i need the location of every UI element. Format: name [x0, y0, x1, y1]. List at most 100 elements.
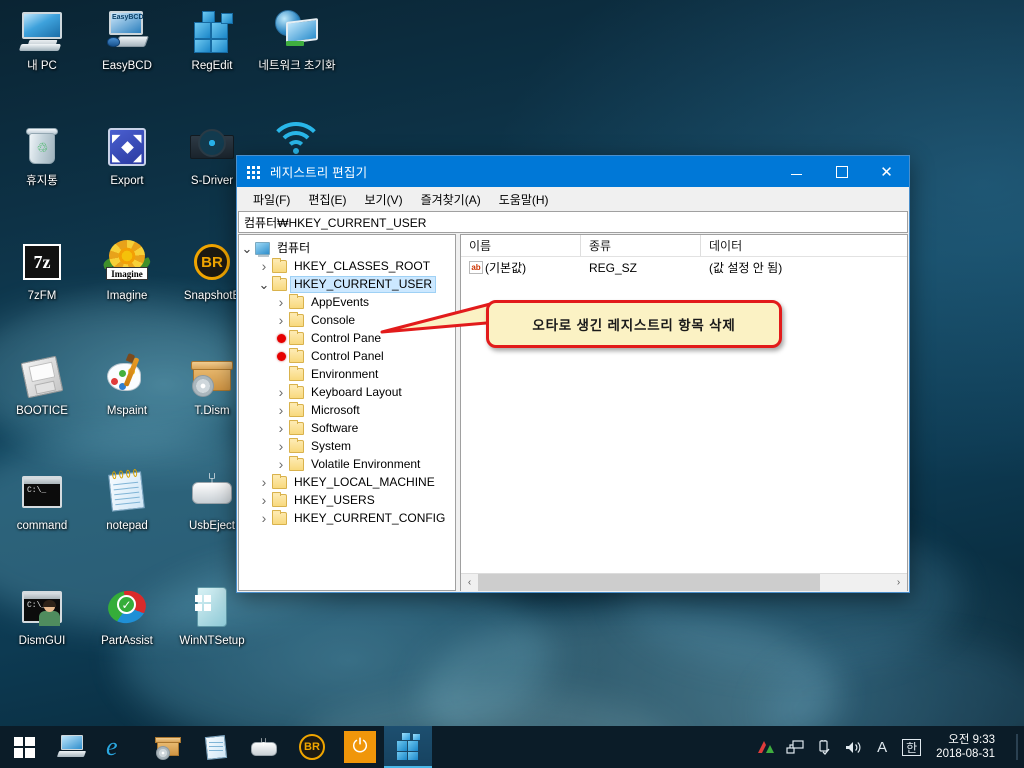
scroll-track[interactable] — [478, 573, 890, 591]
taskbar-item-power[interactable]: ⏻ — [336, 726, 384, 768]
menu-file[interactable]: 파일(F) — [244, 188, 299, 211]
desktop-icon-command[interactable]: C:\_ command — [0, 468, 87, 533]
desktop-icon-mspaint[interactable]: Mspaint — [82, 352, 172, 418]
desktop-icon-network-reset[interactable]: 네트워크 초기화 — [252, 8, 342, 73]
tree-node[interactable]: HKEY_CURRENT_USER — [239, 275, 455, 293]
registry-tree-pane[interactable]: 컴퓨터 HKEY_CLASSES_ROOT HKEY_CURRENT_USERApp… — [238, 234, 456, 591]
taskbar-item-tdism[interactable] — [144, 726, 192, 768]
desktop-icon-recycle-bin[interactable]: ♲ 휴지통 — [0, 123, 87, 188]
folder-icon — [289, 329, 304, 345]
tree-node[interactable]: HKEY_USERS — [239, 491, 455, 509]
chevron-right-icon[interactable] — [256, 491, 272, 509]
chevron-right-icon[interactable] — [256, 473, 272, 491]
recycle-bin-icon: ♲ — [18, 123, 66, 171]
chevron-right-icon[interactable] — [273, 311, 289, 329]
chevron-right-icon[interactable] — [273, 419, 289, 437]
desktop-icon-label: BOOTICE — [16, 405, 68, 417]
desktop-icon-partassist[interactable]: ✓ PartAssist — [82, 583, 172, 648]
desktop-icon-regedit[interactable]: RegEdit — [167, 8, 257, 73]
window-titlebar[interactable]: 레지스트리 편집기 ✕ — [237, 156, 909, 187]
taskbar-clock[interactable]: 오전 9:33 2018-08-31 — [932, 733, 1003, 761]
menu-view[interactable]: 보기(V) — [355, 188, 411, 211]
usb-safe-remove-icon[interactable] — [815, 738, 833, 756]
chevron-right-icon[interactable] — [273, 383, 289, 401]
tree-node[interactable]: Microsoft — [239, 401, 455, 419]
registry-values-pane[interactable]: 이름 종류 데이터 ab (기본값) REG_SZ (값 설정 안 됨) ‹ › — [460, 234, 908, 591]
taskbar-item-snapshot[interactable]: BR — [288, 726, 336, 768]
scroll-thumb[interactable] — [478, 573, 820, 591]
show-desktop-button[interactable] — [1016, 734, 1018, 760]
desktop-icon-label: PartAssist — [101, 635, 153, 647]
chevron-right-icon[interactable] — [273, 437, 289, 455]
nvidia-arrow-icon[interactable] — [757, 738, 775, 756]
taskbar-item-regedit[interactable] — [384, 726, 432, 768]
ie-glyph: e — [106, 732, 118, 761]
window-controls: ✕ — [774, 156, 909, 187]
list-row[interactable]: ab (기본값) REG_SZ (값 설정 안 됨) — [461, 257, 907, 278]
start-button[interactable] — [0, 726, 48, 768]
desktop-icon-7zfm[interactable]: 7z 7zFM — [0, 238, 87, 303]
tree-node-label: Microsoft — [311, 402, 360, 417]
address-bar[interactable]: 컴퓨터₩HKEY_CURRENT_USER — [238, 211, 908, 233]
tree-node[interactable]: Keyboard Layout — [239, 383, 455, 401]
tree-node[interactable]: HKEY_CLASSES_ROOT — [239, 257, 455, 275]
taskbar-item-my-pc[interactable] — [48, 726, 96, 768]
minimize-button[interactable] — [774, 156, 819, 187]
close-button[interactable]: ✕ — [864, 156, 909, 187]
chevron-down-icon[interactable] — [239, 239, 255, 257]
chevron-right-icon[interactable] — [273, 293, 289, 311]
tree-node[interactable]: System — [239, 437, 455, 455]
menu-edit[interactable]: 편집(E) — [299, 188, 355, 211]
desktop-icon-easybcd[interactable]: EasyBCD EasyBCD — [82, 8, 172, 73]
tree-node-label: System — [311, 438, 352, 453]
menu-favorites[interactable]: 즐겨찾기(A) — [412, 188, 490, 211]
snapshot-glyph: BR — [299, 734, 325, 760]
usbeject-icon: ⑂ — [250, 733, 278, 761]
horizontal-scrollbar[interactable]: ‹ › — [461, 573, 907, 591]
s-driver-icon — [188, 123, 236, 171]
tree-node[interactable]: 컴퓨터 — [239, 239, 455, 257]
taskbar-item-usbeject[interactable]: ⑂ — [240, 726, 288, 768]
taskbar-item-notepad[interactable] — [192, 726, 240, 768]
menu-help[interactable]: 도움말(H) — [490, 188, 558, 211]
folder-icon — [272, 473, 287, 489]
column-header-type[interactable]: 종류 — [581, 235, 701, 256]
desktop-icon-imagine[interactable]: Imagine Imagine — [82, 238, 172, 303]
network-icon[interactable] — [786, 738, 804, 756]
folder-icon — [289, 293, 304, 309]
chevron-right-icon[interactable] — [256, 257, 272, 275]
ime-korean-icon[interactable]: 한 — [902, 738, 922, 756]
scroll-right-arrow[interactable]: › — [890, 573, 907, 591]
value-name-cell: ab (기본값) — [461, 259, 581, 276]
volume-icon[interactable] — [844, 738, 862, 756]
taskbar-item-internet-explorer[interactable]: e — [96, 726, 144, 768]
desktop-icon-notepad[interactable]: notepad — [82, 468, 172, 533]
column-header-name[interactable]: 이름 — [461, 235, 581, 256]
tree-node-label: HKEY_LOCAL_MACHINE — [294, 474, 435, 489]
desktop-icon-bootice[interactable]: BOOTICE — [0, 353, 87, 418]
desktop: 내 PC EasyBCD EasyBCD RegEdit 네트워크 초기화 ♲ … — [0, 0, 1024, 768]
export-icon: ◤ ◥ ◣ ◢ — [103, 123, 151, 171]
tree-node[interactable]: Software — [239, 419, 455, 437]
desktop-icon-export[interactable]: ◤ ◥ ◣ ◢ Export — [82, 123, 172, 188]
chevron-right-icon[interactable] — [273, 401, 289, 419]
tree-node[interactable]: Environment — [239, 365, 455, 383]
annotation-callout-text: 오타로 생긴 레지스트리 항목 삭제 — [532, 318, 736, 333]
scroll-left-arrow[interactable]: ‹ — [461, 573, 478, 591]
ime-alpha-icon[interactable]: A — [873, 738, 891, 756]
column-header-data[interactable]: 데이터 — [701, 235, 907, 256]
chevron-right-icon[interactable] — [256, 509, 272, 527]
annotation-callout: 오타로 생긴 레지스트리 항목 삭제 — [486, 300, 782, 348]
tree-node[interactable]: Volatile Environment — [239, 455, 455, 473]
chevron-down-icon[interactable] — [256, 275, 272, 293]
tree-node[interactable]: Control Panel — [239, 347, 455, 365]
tree-node[interactable]: HKEY_CURRENT_CONFIG — [239, 509, 455, 527]
desktop-icon-my-pc[interactable]: 내 PC — [0, 8, 87, 73]
command-icon: C:\_ — [18, 468, 66, 516]
folder-icon — [289, 365, 304, 381]
chevron-right-icon[interactable] — [273, 455, 289, 473]
maximize-button[interactable] — [819, 156, 864, 187]
easybcd-icon: EasyBCD — [103, 8, 151, 56]
desktop-icon-dismgui[interactable]: C:\_ DismGUI — [0, 583, 87, 648]
tree-node[interactable]: HKEY_LOCAL_MACHINE — [239, 473, 455, 491]
